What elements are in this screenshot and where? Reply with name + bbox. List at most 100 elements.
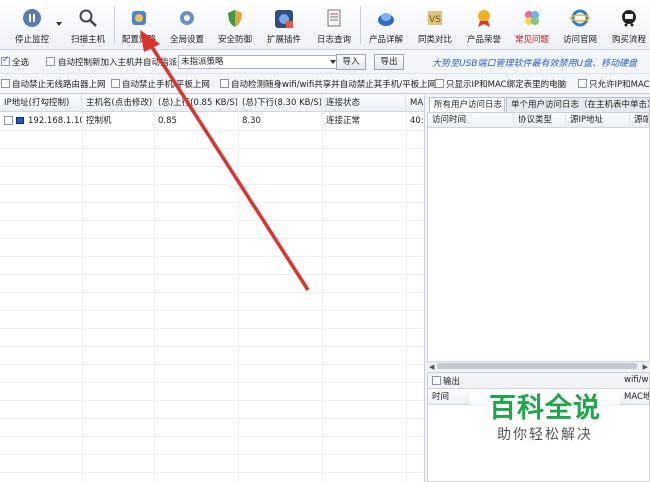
purchase-flow-button[interactable]: 购买流程 xyxy=(608,2,650,48)
block-wireless-router-label: 自动禁止无线路由器上网 xyxy=(12,80,106,90)
grid-line xyxy=(0,148,424,149)
header-mac[interactable]: MA xyxy=(406,95,424,112)
horizontal-scrollbar[interactable]: ◀ ▶ xyxy=(427,361,650,371)
faq-button[interactable]: 常见问题 xyxy=(512,2,552,48)
header-upload[interactable]: (总)上行(0.85 KB/S) xyxy=(154,95,238,112)
host-checkbox[interactable] xyxy=(4,116,13,125)
compare-icon: VS xyxy=(424,8,446,30)
grid-line xyxy=(0,472,424,473)
purchase-flow-label: 购买流程 xyxy=(611,35,646,45)
tab-all-users-log[interactable]: 所有用户访问日志 xyxy=(429,97,505,112)
product-details-label: 产品详解 xyxy=(368,35,403,45)
output-checkbox[interactable] xyxy=(432,376,441,385)
allow-ip-mac-checkbox[interactable] xyxy=(578,79,587,88)
grid-line xyxy=(0,166,424,167)
config-icon xyxy=(128,8,150,30)
log-query-label: 日志查询 xyxy=(316,35,351,45)
header-protocol[interactable]: 协议类型 xyxy=(514,113,566,128)
medal-icon xyxy=(473,8,495,30)
gear-icon xyxy=(176,8,198,30)
official-site-label: 访问官网 xyxy=(562,35,597,45)
config-policy-button[interactable]: 配置策略 xyxy=(118,2,160,48)
grid-line xyxy=(0,436,424,437)
global-settings-label: 全局设置 xyxy=(169,35,204,45)
compare-label: 同类对比 xyxy=(417,35,452,45)
block-mobile-checkbox[interactable] xyxy=(111,79,120,88)
header-status[interactable]: 连接状态 xyxy=(322,95,406,112)
toolbar-divider xyxy=(360,6,361,44)
block-mobile-label: 自动禁止手机/平板上网 xyxy=(122,80,210,90)
extension-plugins-label: 扩展插件 xyxy=(266,35,301,45)
policy-select-value: 未指派策略 xyxy=(181,57,224,67)
block-wireless-router-checkbox[interactable] xyxy=(1,79,10,88)
import-button[interactable]: 导入 xyxy=(336,54,366,70)
select-all-label: 全选 xyxy=(12,58,30,68)
policy-select[interactable]: 未指派策略 xyxy=(178,55,340,69)
host-download: 8.30 xyxy=(242,116,261,126)
grid-line xyxy=(0,238,424,239)
security-defense-button[interactable]: 安全防御 xyxy=(214,2,256,48)
faq-label: 常见问题 xyxy=(514,35,549,45)
grid-line xyxy=(0,364,424,365)
scroll-right-icon[interactable]: ▶ xyxy=(643,363,648,371)
table-row[interactable]: 192.168.1.100 控制机 0.85 8.30 连接正常 40:8 xyxy=(0,112,424,130)
product-details-button[interactable]: 产品详解 xyxy=(365,2,407,48)
host-status: 连接正常 xyxy=(326,116,361,126)
pause-icon xyxy=(21,8,43,30)
host-upload: 0.85 xyxy=(158,116,177,126)
grid-line xyxy=(0,292,424,293)
grid-line xyxy=(82,112,83,482)
header-access-time[interactable]: 访问时间 xyxy=(428,113,514,128)
stop-monitor-button[interactable]: 停止监控 xyxy=(8,2,56,48)
svg-text:VS: VS xyxy=(429,15,441,25)
auto-control-checkbox[interactable] xyxy=(46,57,55,66)
scan-hosts-button[interactable]: 扫描主机 xyxy=(66,2,110,48)
product-icon xyxy=(375,8,397,30)
grid-line xyxy=(0,310,424,311)
header-download[interactable]: (总)下行(8.30 KB/S) xyxy=(238,95,322,112)
allow-ip-mac-label: 只允许IP和MAC绑 xyxy=(589,80,650,90)
extension-plugins-button[interactable]: 扩展插件 xyxy=(262,2,306,48)
detect-wifi-checkbox[interactable] xyxy=(220,79,229,88)
global-settings-button[interactable]: 全局设置 xyxy=(166,2,208,48)
cart-icon xyxy=(618,8,640,30)
host-mac: 40:8 xyxy=(410,116,424,126)
header-mac-address[interactable]: MAC地 xyxy=(620,390,649,405)
ad-banner-text[interactable]: 大势至USB端口管理软件最有效禁用U盘、移动硬盘 xyxy=(432,56,637,69)
show-ip-mac-checkbox[interactable] xyxy=(435,79,444,88)
tab-single-user-log[interactable]: 单个用户访问日志（在主机表中单击） xyxy=(506,97,650,112)
select-all-checkbox[interactable] xyxy=(1,55,10,66)
faq-icon xyxy=(521,8,543,30)
access-log-header: 访问时间 协议类型 源IP地址 源端 xyxy=(428,113,649,128)
header-source-ip[interactable]: 源IP地址 xyxy=(566,113,630,128)
product-honor-label: 产品荣誉 xyxy=(466,35,501,45)
official-site-button[interactable]: 访问官网 xyxy=(560,2,600,48)
grid-line xyxy=(0,328,424,329)
export-button[interactable]: 导出 xyxy=(374,54,404,70)
host-table-header: IP地址(打勾控制) 主机名(点击修改) (总)上行(0.85 KB/S) (总… xyxy=(0,95,424,112)
output-label: 输出 xyxy=(443,377,461,387)
grid-line xyxy=(0,418,424,419)
auto-control-label: 自动控制新加入主机并自动指派 xyxy=(58,58,178,68)
magnifier-icon xyxy=(77,8,99,30)
header-ip[interactable]: IP地址(打勾控制) xyxy=(0,95,82,112)
scrollbar-thumb[interactable] xyxy=(437,363,637,369)
scan-hosts-label: 扫描主机 xyxy=(70,35,105,45)
header-hostname[interactable]: 主机名(点击修改) xyxy=(82,95,154,112)
stop-monitor-dropdown-icon[interactable] xyxy=(56,22,62,26)
host-ip: 192.168.1.100 xyxy=(28,116,82,126)
grid-line xyxy=(0,400,424,401)
host-name[interactable]: 控制机 xyxy=(82,112,154,130)
watermark-logo: 百科全说 助你轻松解决 xyxy=(470,392,620,452)
compare-button[interactable]: VS 同类对比 xyxy=(415,2,455,48)
watermark-title: 百科全说 xyxy=(489,393,601,424)
log-icon xyxy=(323,8,345,30)
header-source-port[interactable]: 源端 xyxy=(630,113,649,128)
grid-line xyxy=(154,112,155,482)
log-query-button[interactable]: 日志查询 xyxy=(312,2,356,48)
product-honor-button[interactable]: 产品荣誉 xyxy=(464,2,504,48)
wifi-label: wifi/w xyxy=(624,375,649,385)
scroll-left-icon[interactable]: ◀ xyxy=(429,363,434,371)
grid-line xyxy=(0,454,424,455)
computer-icon xyxy=(16,117,24,124)
